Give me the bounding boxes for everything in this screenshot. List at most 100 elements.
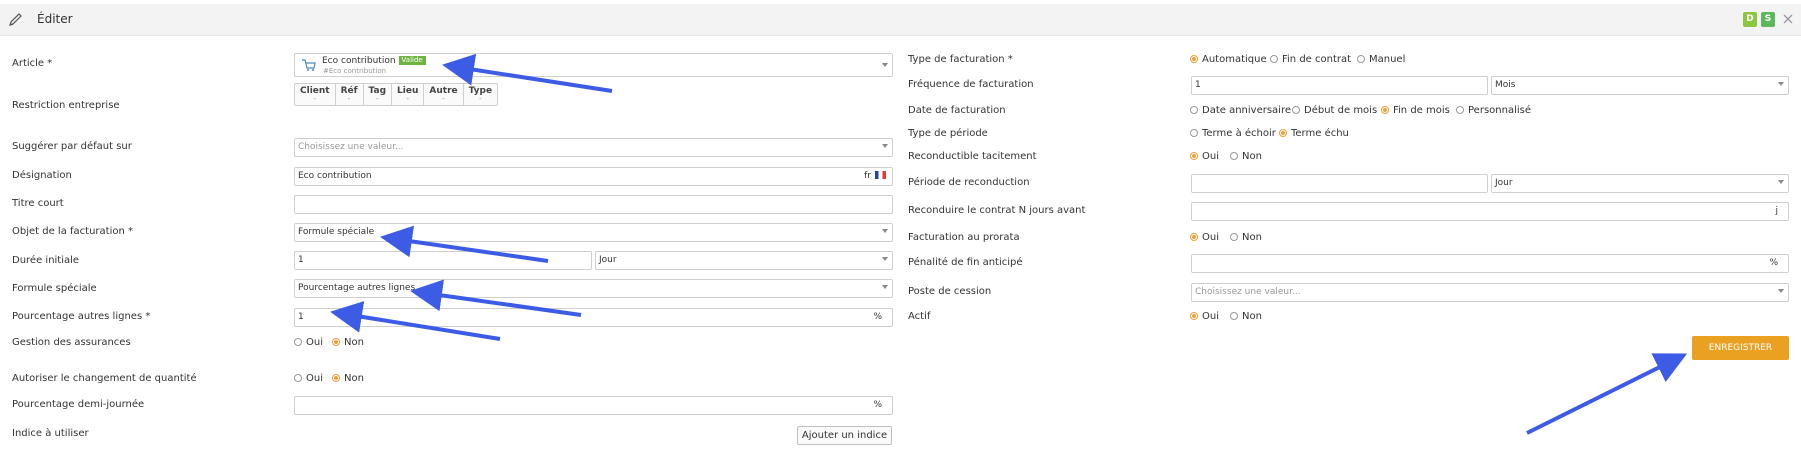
prorata-non-radio[interactable]: Non bbox=[1230, 232, 1262, 243]
debut-de-mois-radio[interactable]: Début de mois bbox=[1292, 105, 1377, 116]
actif-label: Actif bbox=[908, 311, 931, 322]
reconductible-oui-radio[interactable]: Oui bbox=[1190, 151, 1219, 162]
frequence-unit-value: Mois bbox=[1495, 80, 1516, 90]
duree-unit-select[interactable]: Jour bbox=[595, 251, 893, 270]
poste-cession-select[interactable]: Choisissez une valeur... bbox=[1191, 283, 1789, 302]
designation-value: Eco contribution bbox=[298, 171, 372, 181]
pencil-icon bbox=[9, 13, 22, 26]
percent-suffix: % bbox=[1769, 258, 1778, 268]
periode-reconduction-label: Période de reconduction bbox=[908, 177, 1030, 188]
terme-echu-radio[interactable]: Terme échu bbox=[1279, 128, 1349, 139]
assurances-oui-radio[interactable]: Oui bbox=[294, 337, 323, 348]
percent-suffix: % bbox=[873, 312, 882, 322]
chevron-down-icon bbox=[882, 144, 888, 148]
actif-non-radio[interactable]: Non bbox=[1230, 311, 1262, 322]
indice-label: Indice à utiliser bbox=[12, 428, 89, 439]
language-code: fr bbox=[864, 171, 871, 181]
periode-reconduction-unit-select[interactable]: Jour bbox=[1491, 174, 1789, 193]
formule-value: Pourcentage autres lignes bbox=[298, 283, 416, 293]
prorata-oui-radio[interactable]: Oui bbox=[1190, 232, 1219, 243]
duree-input[interactable]: 1 bbox=[294, 251, 592, 270]
fin-de-mois-radio[interactable]: Fin de mois bbox=[1381, 105, 1450, 116]
reconductible-non-radio[interactable]: Non bbox=[1230, 151, 1262, 162]
tab-type[interactable]: Type - bbox=[464, 84, 497, 105]
percent-suffix: % bbox=[873, 400, 882, 410]
days-suffix: j bbox=[1775, 206, 1778, 216]
suggerer-placeholder: Choisissez une valeur... bbox=[298, 142, 404, 152]
save-button[interactable]: ENREGISTRER bbox=[1692, 336, 1789, 360]
chevron-down-icon bbox=[882, 257, 888, 261]
frequence-input[interactable]: 1 bbox=[1191, 76, 1488, 95]
type-periode-label: Type de période bbox=[908, 128, 988, 139]
actif-oui-radio[interactable]: Oui bbox=[1190, 311, 1219, 322]
tab-client[interactable]: Client - bbox=[295, 84, 336, 105]
pourcentage-input[interactable]: 1 % bbox=[294, 308, 893, 327]
personnalise-radio[interactable]: Personnalisé bbox=[1456, 105, 1531, 116]
chevron-down-icon bbox=[1778, 289, 1784, 293]
manuel-radio[interactable]: Manuel bbox=[1357, 54, 1405, 65]
penalite-label: Pénalité de fin anticipé bbox=[908, 257, 1023, 268]
titre-court-label: Titre court bbox=[12, 198, 64, 209]
date-facturation-label: Date de facturation bbox=[908, 105, 1006, 116]
article-value: Eco contribution bbox=[322, 56, 396, 66]
titre-court-input[interactable] bbox=[294, 195, 893, 214]
tab-autre[interactable]: Autre - bbox=[424, 84, 464, 105]
reconduire-label: Reconduire le contrat N jours avant bbox=[908, 205, 1086, 216]
dialog-title: Éditer bbox=[37, 12, 73, 26]
demi-journee-input[interactable]: % bbox=[294, 396, 893, 415]
pourcentage-label: Pourcentage autres lignes * bbox=[12, 311, 151, 322]
pourcentage-value: 1 bbox=[298, 312, 304, 322]
article-select[interactable]: Eco contribution Valide #Eco contribution bbox=[294, 53, 893, 77]
badge-s-button[interactable]: S bbox=[1761, 12, 1775, 27]
changement-non-radio[interactable]: Non bbox=[332, 373, 364, 384]
penalite-input[interactable]: % bbox=[1191, 254, 1789, 273]
periode-reconduction-unit-value: Jour bbox=[1495, 178, 1513, 188]
tab-ref[interactable]: Réf - bbox=[336, 84, 364, 105]
type-facturation-label: Type de facturation * bbox=[908, 54, 1013, 65]
reconductible-label: Reconductible tacitement bbox=[908, 151, 1037, 162]
designation-input[interactable]: Eco contribution fr bbox=[294, 167, 893, 186]
restriction-tabs: Client - Réf - Tag - Lieu - Autre - Type - bbox=[294, 83, 499, 106]
reconduire-input[interactable]: j bbox=[1191, 202, 1789, 221]
date-anniversaire-radio[interactable]: Date anniversaire bbox=[1190, 105, 1291, 116]
valid-badge: Valide bbox=[398, 56, 426, 65]
chevron-down-icon bbox=[1778, 180, 1784, 184]
assurances-label: Gestion des assurances bbox=[12, 337, 131, 348]
restriction-label: Restriction entreprise bbox=[12, 100, 120, 111]
france-flag-icon bbox=[875, 171, 886, 179]
automatique-radio[interactable]: Automatique bbox=[1190, 54, 1267, 65]
chevron-down-icon bbox=[882, 229, 888, 233]
article-sub: #Eco contribution bbox=[323, 67, 387, 75]
frequence-unit-select[interactable]: Mois bbox=[1491, 76, 1789, 95]
objet-label: Objet de la facturation * bbox=[12, 226, 133, 237]
tab-lieu[interactable]: Lieu - bbox=[392, 84, 425, 105]
formule-label: Formule spéciale bbox=[12, 283, 97, 294]
assurances-non-radio[interactable]: Non bbox=[332, 337, 364, 348]
dialog-header: Éditer D S bbox=[0, 4, 1801, 36]
close-icon[interactable] bbox=[1782, 13, 1794, 25]
arrow-save bbox=[1526, 353, 1688, 435]
changement-oui-radio[interactable]: Oui bbox=[294, 373, 323, 384]
fin-de-contrat-radio[interactable]: Fin de contrat bbox=[1270, 54, 1351, 65]
badge-d-button[interactable]: D bbox=[1743, 12, 1757, 27]
duree-unit-value: Jour bbox=[599, 255, 617, 265]
demi-journee-label: Pourcentage demi-journée bbox=[12, 399, 145, 410]
suggerer-label: Suggérer par défaut sur bbox=[12, 141, 132, 152]
duree-label: Durée initiale bbox=[12, 255, 80, 266]
annotation-arrows bbox=[330, 53, 1688, 435]
poste-cession-placeholder: Choisissez une valeur... bbox=[1195, 287, 1301, 297]
chevron-down-icon bbox=[882, 285, 888, 289]
chevron-down-icon bbox=[882, 63, 888, 67]
formule-select[interactable]: Pourcentage autres lignes bbox=[294, 279, 893, 298]
terme-echoir-radio[interactable]: Terme à échoir bbox=[1190, 128, 1276, 139]
cart-icon bbox=[302, 59, 316, 71]
poste-cession-label: Poste de cession bbox=[908, 286, 992, 297]
chevron-down-icon bbox=[1778, 82, 1784, 86]
periode-reconduction-input[interactable] bbox=[1191, 174, 1488, 193]
objet-value: Formule spéciale bbox=[298, 227, 375, 237]
suggerer-select[interactable]: Choisissez une valeur... bbox=[294, 138, 893, 157]
objet-select[interactable]: Formule spéciale bbox=[294, 223, 893, 242]
tab-tag[interactable]: Tag - bbox=[364, 84, 393, 105]
prorata-label: Facturation au prorata bbox=[908, 232, 1020, 243]
add-indice-button[interactable]: Ajouter un indice bbox=[797, 426, 892, 445]
